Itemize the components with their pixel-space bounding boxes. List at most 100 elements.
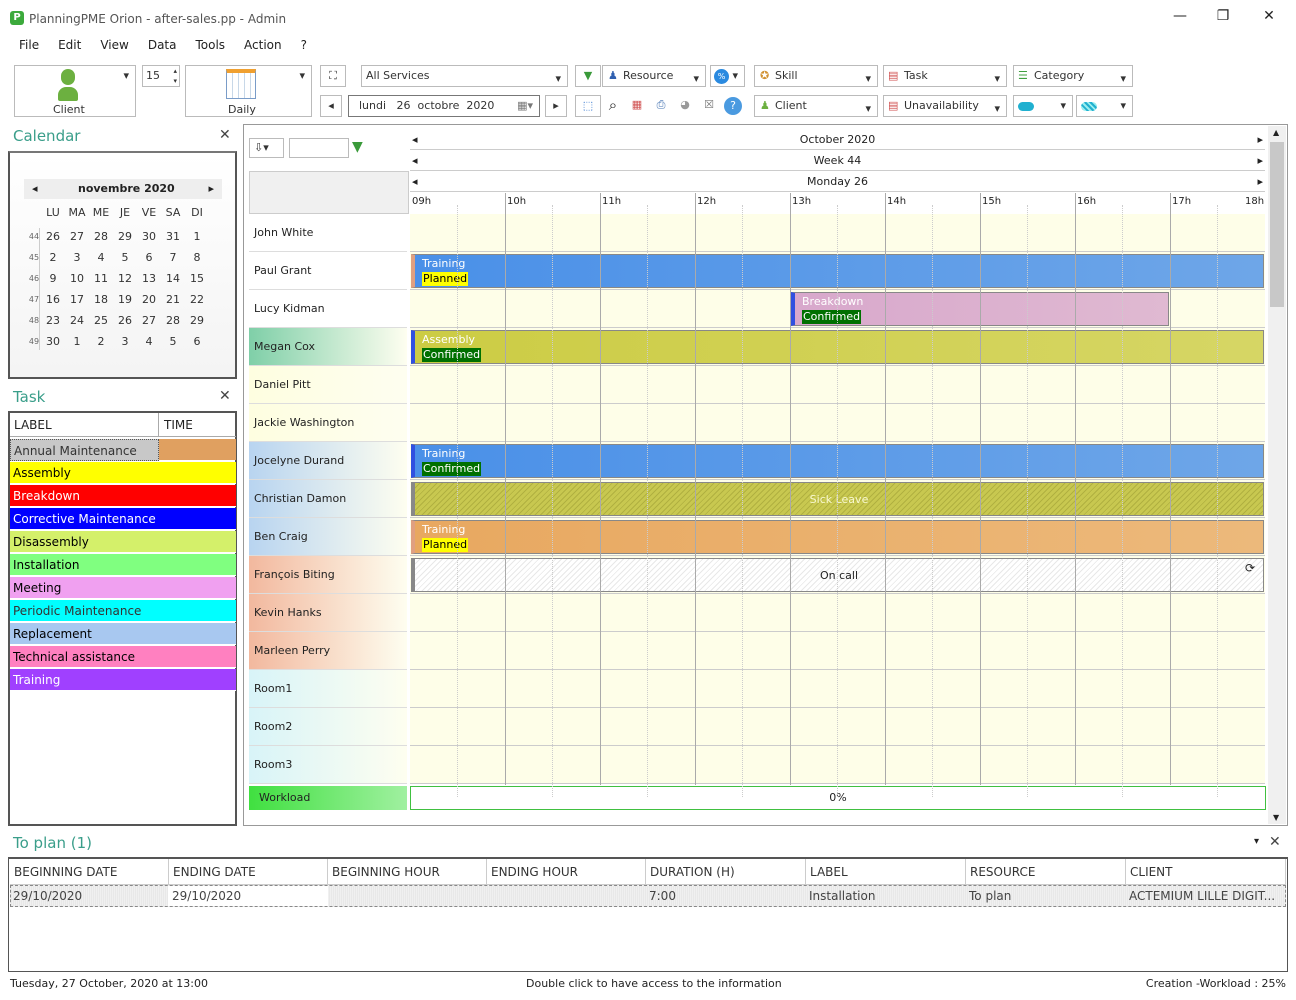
calendar-close-icon[interactable]: ✕ bbox=[219, 127, 231, 143]
calendar-day[interactable]: 16 bbox=[41, 293, 65, 306]
calendar-day[interactable]: 25 bbox=[89, 314, 113, 327]
resource-row-label[interactable]: Christian Damon bbox=[249, 480, 407, 518]
calendar-day[interactable]: 28 bbox=[161, 314, 185, 327]
calendar-day[interactable]: 5 bbox=[161, 335, 185, 348]
help-icon[interactable]: ? bbox=[724, 97, 742, 115]
task-item[interactable]: Meeting bbox=[10, 577, 236, 599]
percent-menu[interactable]: % bbox=[710, 65, 745, 87]
spinner-arrows-icon[interactable]: ▴ ▾ bbox=[173, 66, 177, 86]
resource-row-label[interactable]: Room3 bbox=[249, 746, 407, 784]
skill-select[interactable]: ✪ Skill bbox=[754, 65, 878, 89]
task-select[interactable]: ▤ Task bbox=[883, 65, 1007, 89]
task-item[interactable]: Replacement bbox=[10, 623, 236, 645]
next-date-button[interactable]: ▸ bbox=[545, 95, 567, 117]
to-plan-column-header[interactable]: CLIENT bbox=[1126, 859, 1286, 885]
calendar-day[interactable]: 26 bbox=[113, 314, 137, 327]
calendar-day[interactable]: 10 bbox=[65, 272, 89, 285]
to-plan-column-header[interactable]: DURATION (H) bbox=[646, 859, 806, 885]
category-select[interactable]: ☰ Category bbox=[1013, 65, 1133, 89]
to-plan-column-header[interactable]: ENDING DATE bbox=[169, 859, 328, 885]
calendar-day[interactable]: 29 bbox=[113, 230, 137, 243]
to-plan-column-header[interactable]: BEGINNING HOUR bbox=[328, 859, 487, 885]
next-month-nav[interactable]: ▸ bbox=[1257, 130, 1263, 150]
task-item[interactable]: Corrective Maintenance bbox=[10, 508, 236, 530]
calendar-day[interactable]: 4 bbox=[137, 335, 161, 348]
interval-spinner[interactable]: 15 ▴ ▾ bbox=[142, 65, 180, 87]
calendar-day[interactable]: 5 bbox=[113, 251, 137, 264]
calendar-day[interactable]: 4 bbox=[89, 251, 113, 264]
resource-row-label[interactable]: Daniel Pitt bbox=[249, 366, 407, 404]
resource-row-label[interactable]: François Biting bbox=[249, 556, 407, 594]
toggle-display-menu[interactable] bbox=[1013, 95, 1073, 117]
unavailability-select[interactable]: ▤ Unavailability bbox=[883, 95, 1007, 119]
client-select[interactable]: ♟ Client bbox=[754, 95, 878, 119]
task-close-icon[interactable]: ✕ bbox=[219, 388, 231, 404]
resource-row-label[interactable]: Kevin Hanks bbox=[249, 594, 407, 632]
next-day-nav[interactable]: ▸ bbox=[1257, 172, 1263, 192]
resource-row-label[interactable]: Marleen Perry bbox=[249, 632, 407, 670]
resource-filter-icon[interactable]: ▼ bbox=[352, 139, 363, 155]
task-item[interactable]: Training bbox=[10, 669, 236, 691]
vertical-scrollbar[interactable]: ▲ ▼ bbox=[1268, 126, 1286, 824]
calendar-day[interactable]: 26 bbox=[41, 230, 65, 243]
task-item[interactable]: Annual Maintenance bbox=[10, 439, 159, 461]
calendar-day[interactable]: 1 bbox=[185, 230, 209, 243]
calendar-day[interactable]: 3 bbox=[65, 251, 89, 264]
task-item[interactable]: Assembly bbox=[10, 462, 236, 484]
menu-action[interactable]: Action bbox=[244, 38, 282, 52]
task-item[interactable]: Disassembly bbox=[10, 531, 236, 553]
menu-file[interactable]: File bbox=[19, 38, 39, 52]
menu-view[interactable]: View bbox=[100, 38, 128, 52]
calendar-day[interactable]: 24 bbox=[65, 314, 89, 327]
restore-button[interactable]: ❐ bbox=[1208, 8, 1238, 28]
prev-day-nav[interactable]: ◂ bbox=[412, 172, 418, 192]
calendar-day[interactable]: 20 bbox=[137, 293, 161, 306]
menu-edit[interactable]: Edit bbox=[58, 38, 81, 52]
calendar-day[interactable]: 8 bbox=[185, 251, 209, 264]
calendar-day[interactable]: 28 bbox=[89, 230, 113, 243]
print-icon[interactable]: ⎙ bbox=[648, 95, 674, 117]
calendar-day[interactable]: 18 bbox=[89, 293, 113, 306]
task-item[interactable]: Installation bbox=[10, 554, 236, 576]
calendar-day[interactable]: 3 bbox=[113, 335, 137, 348]
daily-view-button[interactable]: Daily bbox=[185, 65, 312, 117]
menu-data[interactable]: Data bbox=[148, 38, 177, 52]
minimize-button[interactable]: — bbox=[1165, 8, 1195, 28]
calendar-day[interactable]: 21 bbox=[161, 293, 185, 306]
close-button[interactable]: ✕ bbox=[1254, 8, 1284, 28]
to-plan-column-header[interactable]: ENDING HOUR bbox=[487, 859, 646, 885]
services-select[interactable]: All Services bbox=[361, 65, 568, 89]
resource-row-label[interactable]: Room1 bbox=[249, 670, 407, 708]
resource-row-label[interactable]: John White bbox=[249, 214, 407, 252]
calendar-day[interactable]: 6 bbox=[185, 335, 209, 348]
calendar-day[interactable]: 22 bbox=[185, 293, 209, 306]
resource-row-label[interactable]: Paul Grant bbox=[249, 252, 407, 290]
calendar-day[interactable]: 12 bbox=[113, 272, 137, 285]
calendar-day[interactable]: 7 bbox=[161, 251, 185, 264]
calendar-day[interactable]: 30 bbox=[137, 230, 161, 243]
resource-search-input[interactable] bbox=[289, 138, 349, 158]
task-item[interactable]: Technical assistance bbox=[10, 646, 236, 668]
calendar-day[interactable]: 30 bbox=[41, 335, 65, 348]
calendar-day[interactable]: 9 bbox=[41, 272, 65, 285]
calendar-day[interactable]: 1 bbox=[65, 335, 89, 348]
to-plan-close-icon[interactable]: ✕ bbox=[1269, 834, 1281, 850]
resource-row-label[interactable]: Megan Cox bbox=[249, 328, 407, 366]
to-plan-column-header[interactable]: BEGINNING DATE bbox=[10, 859, 169, 885]
previous-date-button[interactable]: ◂ bbox=[320, 95, 342, 117]
resource-row-label[interactable]: Ben Craig bbox=[249, 518, 407, 556]
task-item[interactable]: Periodic Maintenance bbox=[10, 600, 236, 622]
scrollbar-thumb[interactable] bbox=[1270, 142, 1284, 307]
sort-menu[interactable]: ⇩▾ bbox=[249, 138, 284, 158]
prev-month-nav[interactable]: ◂ bbox=[412, 130, 418, 150]
collapse-chevron-icon[interactable]: ▾ bbox=[1254, 836, 1259, 847]
calendar-day[interactable]: 29 bbox=[185, 314, 209, 327]
calendar-day[interactable]: 14 bbox=[161, 272, 185, 285]
calendar-day[interactable]: 27 bbox=[65, 230, 89, 243]
menu-tools[interactable]: Tools bbox=[195, 38, 225, 52]
hierarchy-icon[interactable]: ⛶ bbox=[320, 65, 346, 87]
calendar-day[interactable]: 27 bbox=[137, 314, 161, 327]
calendar-day[interactable]: 31 bbox=[161, 230, 185, 243]
calendar-day[interactable]: 17 bbox=[65, 293, 89, 306]
calendar-check-icon[interactable]: ▦ bbox=[624, 95, 650, 117]
